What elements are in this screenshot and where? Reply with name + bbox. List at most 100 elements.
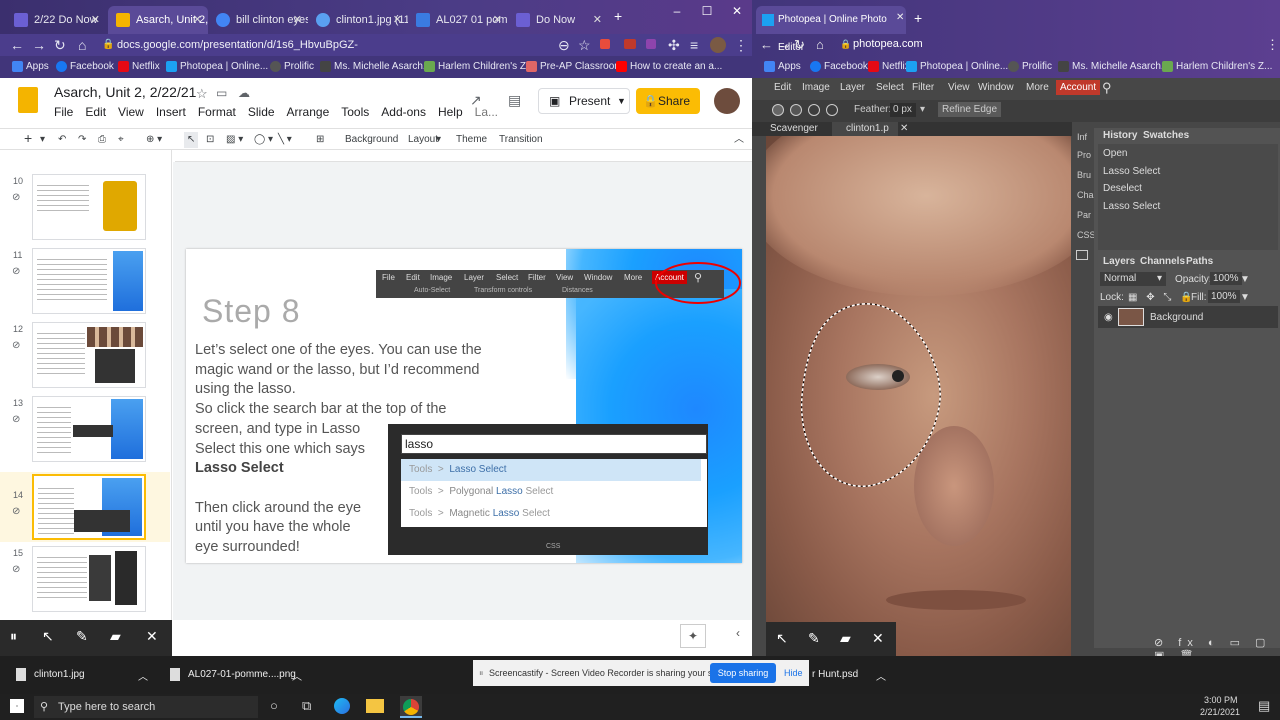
- lasso-intersect-icon[interactable]: [826, 104, 838, 116]
- history-item[interactable]: Lasso Select: [1103, 166, 1160, 177]
- browser-tab[interactable]: clinton1.jpg (11 ✕: [308, 6, 408, 34]
- clock-time[interactable]: 3:00 PM: [1204, 695, 1238, 705]
- side-tab[interactable]: Par: [1077, 210, 1091, 220]
- pen-icon[interactable]: ✎: [808, 630, 820, 647]
- doc-tab-active[interactable]: clinton1.p: [832, 122, 898, 136]
- menu-insert[interactable]: Insert: [156, 105, 186, 119]
- pause-icon[interactable]: ⏸: [10, 628, 17, 645]
- forward-icon[interactable]: →: [778, 37, 791, 52]
- paths-tab[interactable]: Paths: [1186, 256, 1213, 267]
- text-box-icon[interactable]: ⊡: [206, 132, 214, 148]
- close-icon[interactable]: ✕: [900, 123, 908, 134]
- bookmark-item[interactable]: Facebook: [810, 59, 868, 75]
- reload-icon[interactable]: ↻: [54, 37, 66, 53]
- close-window-icon[interactable]: ✕: [722, 0, 752, 22]
- print-icon[interactable]: ⎙: [98, 132, 106, 148]
- minimize-icon[interactable]: –: [662, 0, 692, 22]
- chrome-taskbar-item[interactable]: [400, 696, 422, 718]
- menu-edit[interactable]: Edit: [774, 82, 791, 93]
- slide-thumbnail[interactable]: [32, 396, 146, 462]
- puzzle-icon[interactable]: ✣: [668, 37, 680, 53]
- bookmark-item[interactable]: Apps: [12, 59, 49, 75]
- profile-avatar[interactable]: [710, 37, 726, 53]
- menu-image[interactable]: Image: [802, 82, 830, 93]
- shape-icon[interactable]: ◯ ▾: [254, 132, 273, 148]
- menu-tools[interactable]: Tools: [341, 105, 369, 119]
- image-icon[interactable]: [1076, 250, 1088, 260]
- comment-add-icon[interactable]: ⊞: [316, 132, 324, 148]
- clock-date[interactable]: 2/21/2021: [1200, 707, 1240, 717]
- share-button[interactable]: 🔒 Share: [636, 88, 700, 114]
- cursor-icon[interactable]: ↖: [776, 630, 788, 647]
- edge-icon[interactable]: [334, 698, 350, 714]
- hide-button[interactable]: Hide: [784, 668, 803, 678]
- filmstrip[interactable]: 10 ⊘ 11 ⊘ 12 ⊘ 13 ⊘ 14 ⊘ 15 ⊘: [0, 150, 172, 620]
- bookmark-item[interactable]: Apps: [764, 59, 801, 75]
- doc-title[interactable]: Asarch, Unit 2, 2/22/21: [54, 84, 196, 100]
- file-explorer-icon[interactable]: [366, 699, 384, 713]
- slide-thumbnail[interactable]: [32, 322, 146, 388]
- menu-select[interactable]: Select: [876, 82, 904, 93]
- menu-arrange[interactable]: Arrange: [287, 105, 330, 119]
- cursor-icon[interactable]: ↖: [42, 628, 54, 645]
- menu-edit[interactable]: Edit: [85, 105, 106, 119]
- windows-start-icon[interactable]: [10, 699, 24, 713]
- undo-icon[interactable]: ↶: [58, 132, 66, 148]
- chevron-up-icon[interactable]: ︿: [292, 668, 302, 683]
- menu-format[interactable]: Format: [198, 105, 236, 119]
- avatar[interactable]: [714, 88, 740, 114]
- side-tab[interactable]: Bru: [1077, 170, 1091, 180]
- paint-format-icon[interactable]: ⌖: [118, 132, 124, 148]
- menu-filter[interactable]: Filter: [912, 82, 934, 93]
- menu-addons[interactable]: Add-ons: [381, 105, 426, 119]
- new-tab-icon[interactable]: +: [614, 8, 622, 24]
- history-item[interactable]: Lasso Select: [1103, 201, 1160, 212]
- close-icon[interactable]: ✕: [293, 6, 302, 34]
- browser-tab[interactable]: 2/22 Do Now ✕: [6, 6, 106, 34]
- stop-sharing-button[interactable]: Stop sharing: [710, 663, 776, 683]
- fill-input[interactable]: 100%: [1208, 290, 1240, 303]
- chevron-down-icon[interactable]: ▾: [40, 132, 45, 148]
- slide-thumbnail[interactable]: [32, 248, 146, 314]
- present-button[interactable]: ▣ Present ▼: [538, 88, 630, 114]
- slide-thumbnail-selected[interactable]: [32, 474, 146, 540]
- forward-icon[interactable]: →: [32, 37, 46, 53]
- notifications-icon[interactable]: ▤: [1258, 698, 1270, 714]
- bookmark-item[interactable]: How to create an a...: [616, 59, 722, 75]
- history-item[interactable]: Open: [1103, 148, 1127, 159]
- home-icon[interactable]: ⌂: [78, 37, 86, 53]
- task-view-icon[interactable]: ⧉: [302, 698, 311, 714]
- theme-button[interactable]: Theme: [456, 132, 487, 148]
- bookmark-item[interactable]: Prolific: [270, 59, 314, 75]
- media-icon[interactable]: ≡: [690, 37, 698, 53]
- collapse-icon[interactable]: ︿: [734, 132, 744, 148]
- lasso-add-icon[interactable]: [790, 104, 802, 116]
- pen-icon[interactable]: ✎: [76, 628, 88, 645]
- bookmark-item[interactable]: Harlem Children's Z...: [424, 59, 534, 75]
- transition-button[interactable]: Transition: [499, 132, 543, 148]
- menu-file[interactable]: File: [54, 105, 73, 119]
- close-icon[interactable]: ✕: [896, 12, 904, 23]
- close-icon[interactable]: ✕: [872, 630, 884, 647]
- close-icon[interactable]: ✕: [393, 6, 402, 34]
- opacity-input[interactable]: 100%: [1210, 272, 1242, 285]
- close-icon[interactable]: ✕: [91, 6, 100, 34]
- side-tab[interactable]: CSS: [1077, 230, 1096, 240]
- close-icon[interactable]: ✕: [193, 6, 202, 34]
- chevron-down-icon[interactable]: ▾: [436, 132, 441, 148]
- activity-icon[interactable]: ↗: [470, 92, 482, 109]
- lock-icons[interactable]: ▦ ✥ ⤡ 🔒: [1128, 292, 1196, 303]
- refine-edge-button[interactable]: Refine Edge: [938, 102, 1002, 117]
- download-item[interactable]: AL027-01-pomme....png: [188, 669, 296, 680]
- chevron-down-icon[interactable]: ▼: [1240, 274, 1250, 285]
- comments-icon[interactable]: ▤: [508, 92, 521, 109]
- lasso-subtract-icon[interactable]: [808, 104, 820, 116]
- taskbar-search[interactable]: ⚲ Type here to search: [34, 696, 258, 718]
- lasso-new-icon[interactable]: [772, 104, 784, 116]
- doc-tab[interactable]: Scavenger: [770, 123, 818, 134]
- zoom-icon[interactable]: ⊖: [558, 37, 570, 53]
- menu-view[interactable]: View: [948, 82, 970, 93]
- reload-icon[interactable]: ↻: [794, 37, 805, 53]
- cortana-icon[interactable]: ○: [270, 698, 278, 713]
- menu-window[interactable]: Window: [978, 82, 1014, 93]
